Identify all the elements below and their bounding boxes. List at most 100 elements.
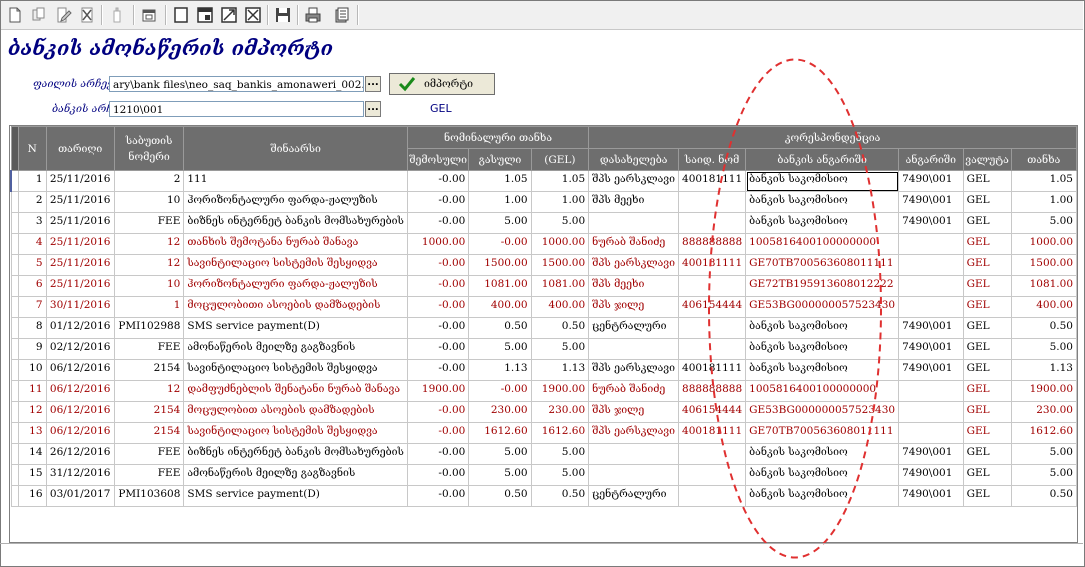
row-amount[interactable]: 1081.00 <box>1010 275 1077 297</box>
row-content[interactable]: სავინტილაციო სისტემის შესყიდვა <box>183 422 408 444</box>
row-amount[interactable]: 1.00 <box>1010 191 1077 213</box>
col-incoming[interactable]: შემოსული <box>406 148 470 171</box>
row-bank-account[interactable]: ბანკის საკომისიო <box>745 191 900 213</box>
row-outgoing[interactable]: 1612.60 <box>468 422 532 444</box>
row-currency[interactable]: GEL <box>962 233 1012 255</box>
row-amount[interactable]: 5.00 <box>1010 464 1077 486</box>
row-number[interactable]: 16 <box>18 485 47 507</box>
row-selector[interactable] <box>10 401 19 423</box>
col-docnum[interactable]: საბუთის ნომერი <box>113 126 185 171</box>
row-content[interactable]: თანხის შემოტანა ნურაბ შანავა <box>183 233 408 255</box>
row-docnum[interactable]: PMI102988 <box>113 317 185 339</box>
row-incoming[interactable]: -0.00 <box>406 422 470 444</box>
row-selector[interactable] <box>10 443 19 465</box>
row-bank-account[interactable]: ბანკის საკომისიო <box>745 443 900 465</box>
table-row[interactable]: 15 31/12/2016 FEE ამონაწერის მეილზე გაგზავნ… <box>10 464 1077 486</box>
row-name[interactable]: შპს მეეხი <box>588 275 680 297</box>
row-bank-account[interactable]: GE72TB195913608012222 <box>745 275 900 297</box>
row-content[interactable]: სავინტილაციო სისტემის შესყიდვა <box>183 254 408 276</box>
row-account[interactable] <box>898 296 964 318</box>
row-name[interactable]: შპს ეარსკლავი <box>588 422 680 444</box>
row-idnum[interactable] <box>678 212 747 234</box>
row-content[interactable]: ბიზნეს ინტერნეტ ბანკის მომსახურების <box>183 443 408 465</box>
table-row[interactable]: 12 06/12/2016 2154 მოცულობით ასოების დამზად… <box>10 401 1077 423</box>
row-outgoing[interactable]: 1081.00 <box>468 275 532 297</box>
row-outgoing[interactable]: 5.00 <box>468 464 532 486</box>
row-currency[interactable]: GEL <box>962 443 1012 465</box>
row-idnum[interactable]: 400181111 <box>678 170 747 192</box>
row-incoming[interactable]: -0.00 <box>406 191 470 213</box>
row-date[interactable]: 25/11/2016 <box>45 191 115 213</box>
row-amount[interactable]: 0.50 <box>1010 485 1077 507</box>
row-gel[interactable]: 400.00 <box>530 296 590 318</box>
table-row[interactable]: 5 25/11/2016 12 სავინტილაციო სისტემის შესყი… <box>10 254 1077 276</box>
row-idnum[interactable]: 888888888 <box>678 380 747 402</box>
row-date[interactable]: 25/11/2016 <box>45 212 115 234</box>
preview-icon[interactable] <box>139 5 159 25</box>
row-selector[interactable] <box>10 422 19 444</box>
row-number[interactable]: 9 <box>18 338 47 360</box>
row-bank-account[interactable]: GE53BG000000057523430 <box>745 296 900 318</box>
row-content[interactable]: 111 <box>183 170 408 192</box>
row-currency[interactable]: GEL <box>962 212 1012 234</box>
row-name[interactable]: ცენტრალური <box>588 317 680 339</box>
row-outgoing[interactable]: 1.05 <box>468 170 532 192</box>
row-selector[interactable] <box>10 359 19 381</box>
col-date[interactable]: თარიღი <box>45 126 115 171</box>
window-layout2-icon[interactable] <box>219 5 239 25</box>
row-content[interactable]: ჰორიზონტალური ფარდა-ჟალუზის <box>183 191 408 213</box>
row-account[interactable]: 7490\001 <box>898 464 964 486</box>
row-selector[interactable] <box>10 212 19 234</box>
row-incoming[interactable]: -0.00 <box>406 485 470 507</box>
row-bank-account[interactable]: ბანკის საკომისიო <box>745 359 900 381</box>
row-content[interactable]: ბიზნეს ინტერნეტ ბანკის მომსახურების <box>183 212 408 234</box>
row-docnum[interactable]: FEE <box>113 443 185 465</box>
row-selector[interactable] <box>10 380 19 402</box>
row-gel[interactable]: 1000.00 <box>530 233 590 255</box>
row-idnum[interactable]: 888888888 <box>678 233 747 255</box>
row-gel[interactable]: 5.00 <box>530 443 590 465</box>
row-currency[interactable]: GEL <box>962 464 1012 486</box>
row-outgoing[interactable]: -0.00 <box>468 380 532 402</box>
row-number[interactable]: 2 <box>18 191 47 213</box>
row-outgoing[interactable]: 0.50 <box>468 317 532 339</box>
row-number[interactable]: 11 <box>18 380 47 402</box>
row-incoming[interactable]: -0.00 <box>406 275 470 297</box>
row-gel[interactable]: 0.50 <box>530 317 590 339</box>
row-incoming[interactable]: -0.00 <box>406 296 470 318</box>
row-outgoing[interactable]: 1.13 <box>468 359 532 381</box>
row-selector[interactable] <box>10 170 19 192</box>
row-incoming[interactable]: -0.00 <box>406 170 470 192</box>
row-incoming[interactable]: -0.00 <box>406 359 470 381</box>
row-name[interactable]: შპს ეარსკლავი <box>588 359 680 381</box>
col-idnum[interactable]: საიდ. ნომ <box>678 148 747 171</box>
row-number[interactable]: 14 <box>18 443 47 465</box>
row-outgoing[interactable]: 230.00 <box>468 401 532 423</box>
file-browse-button[interactable]: ... <box>365 76 381 92</box>
row-idnum[interactable] <box>678 485 747 507</box>
row-docnum[interactable]: PMI103608 <box>113 485 185 507</box>
row-docnum[interactable]: 10 <box>113 191 185 213</box>
save-icon[interactable] <box>273 5 293 25</box>
col-outgoing[interactable]: გასული <box>468 148 532 171</box>
export-icon[interactable] <box>331 5 351 25</box>
bank-browse-button[interactable]: ... <box>365 101 381 117</box>
row-name[interactable]: ცენტრალური <box>588 485 680 507</box>
row-amount[interactable]: 5.00 <box>1010 443 1077 465</box>
row-bank-account[interactable]: ბანკის საკომისიო <box>745 338 900 360</box>
col-amount[interactable]: თანხა <box>1010 148 1077 171</box>
table-row[interactable]: 4 25/11/2016 12 თანხის შემოტანა ნურაბ შანავ… <box>10 233 1077 255</box>
row-date[interactable]: 31/12/2016 <box>45 464 115 486</box>
edit-doc-icon[interactable] <box>53 5 73 25</box>
row-date[interactable]: 25/11/2016 <box>45 170 115 192</box>
row-account[interactable]: 7490\001 <box>898 191 964 213</box>
table-row[interactable]: 3 25/11/2016 FEE ბიზნეს ინტერნეტ ბანკის მომ… <box>10 212 1077 234</box>
col-gel[interactable]: (GEL) <box>530 148 590 171</box>
row-gel[interactable]: 1500.00 <box>530 254 590 276</box>
col-currency[interactable]: ვალუტა <box>962 148 1012 171</box>
table-row[interactable]: 13 06/12/2016 2154 სავინტილაციო სისტემის შე… <box>10 422 1077 444</box>
row-bank-account[interactable]: ბანკის საკომისიო <box>745 170 900 192</box>
row-docnum[interactable]: 1 <box>113 296 185 318</box>
row-selector[interactable] <box>10 296 19 318</box>
col-account[interactable]: ანგარიში <box>898 148 964 171</box>
